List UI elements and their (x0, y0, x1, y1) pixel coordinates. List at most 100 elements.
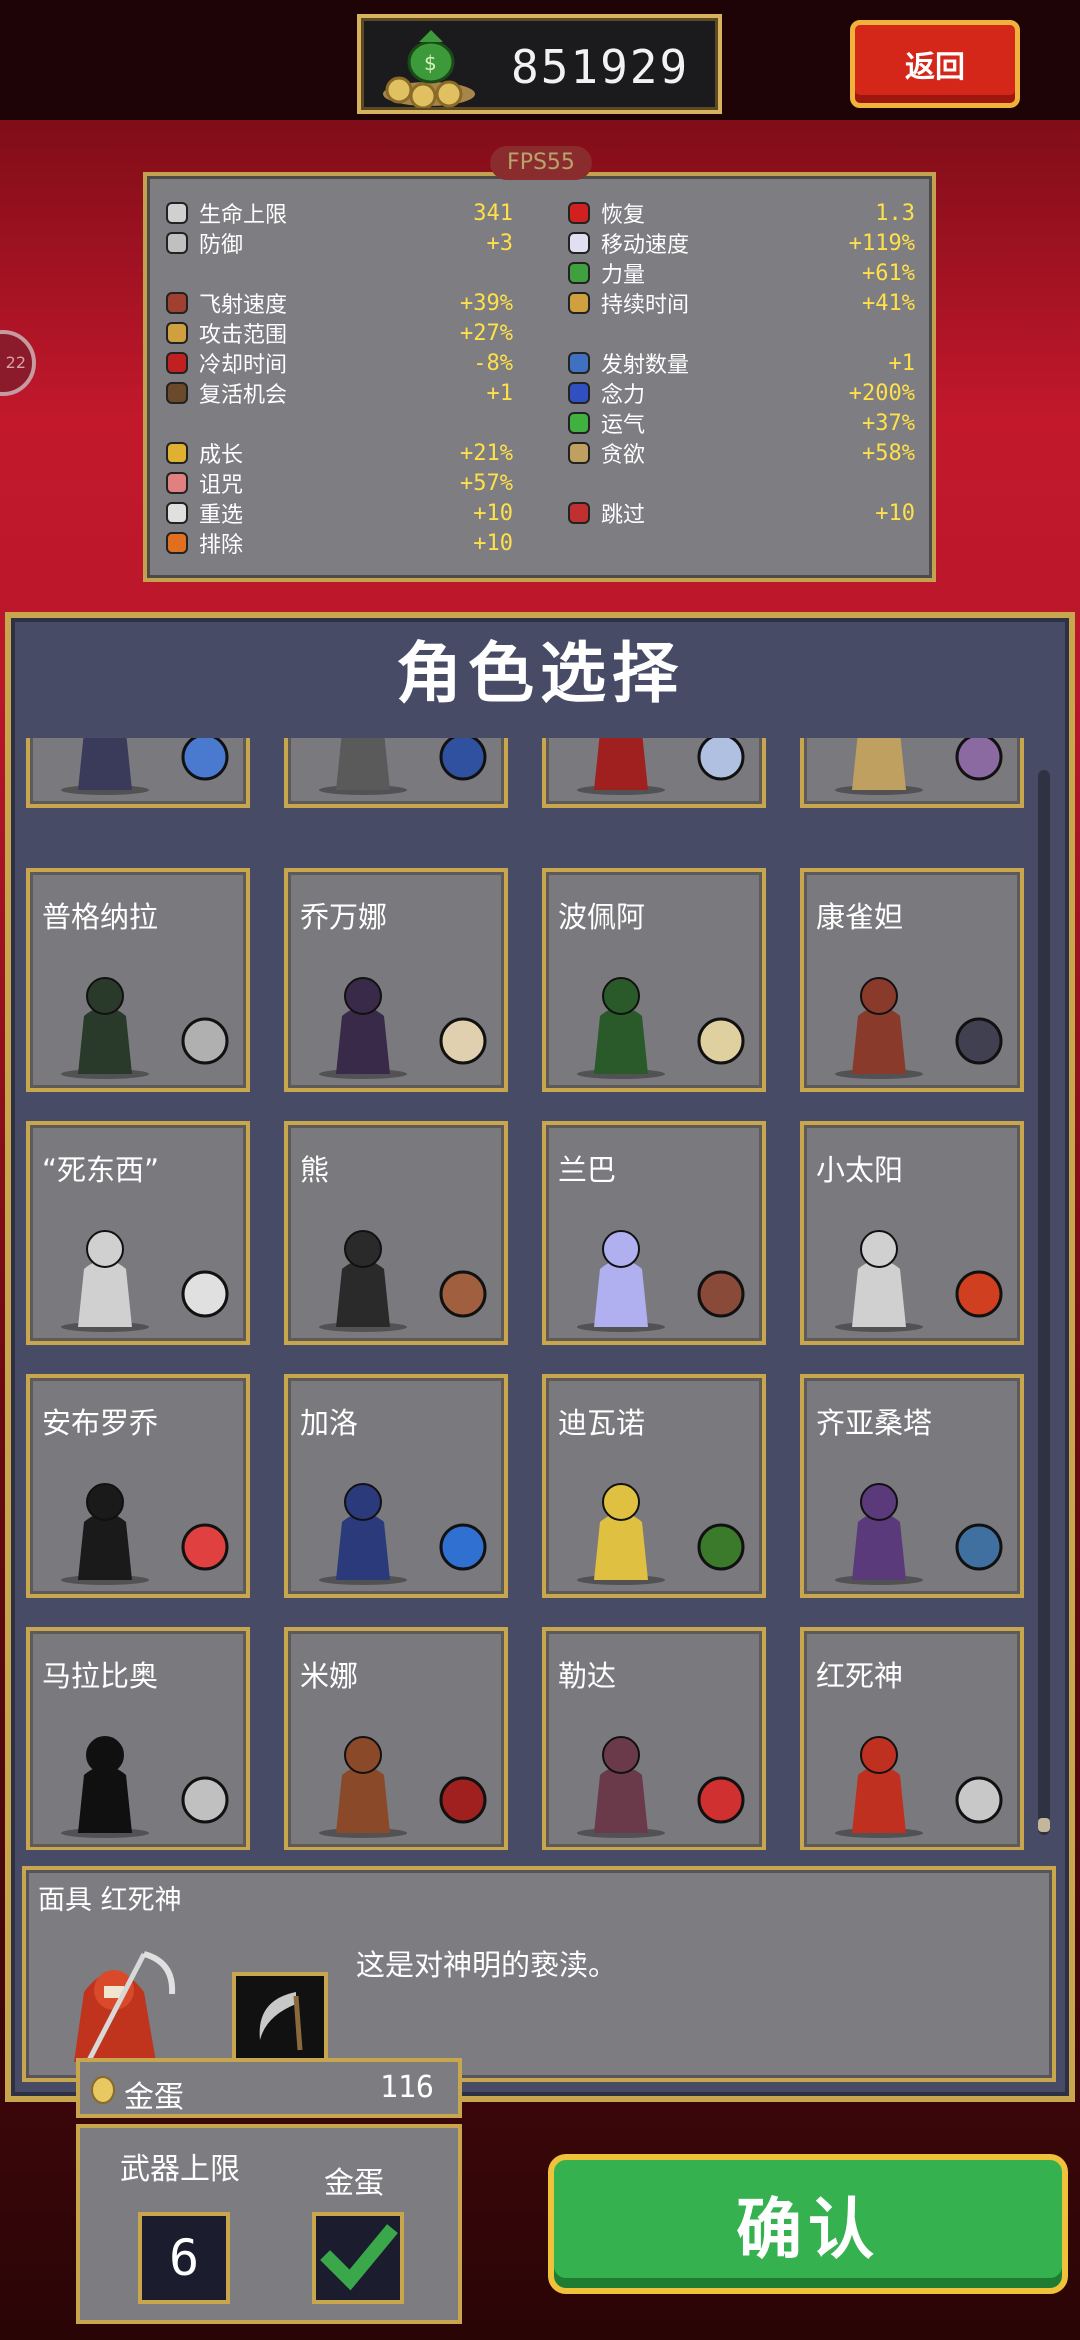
character-name: 普格纳拉 (42, 900, 159, 934)
character-card[interactable] (26, 738, 250, 808)
stat-value: +3 (486, 230, 514, 256)
stat-value: +57% (460, 470, 513, 496)
tome-icon (163, 379, 193, 407)
stat-left-4: 冷却时间 -8% (163, 348, 513, 378)
stat-name: 力量 (601, 263, 646, 288)
starting-weapon-icon (181, 738, 229, 781)
character-card[interactable] (542, 738, 766, 808)
character-name: 迪瓦诺 (558, 1406, 646, 1440)
character-grid[interactable]: 普格纳拉 乔万娜 波佩阿 康雀妲 “死东西” 熊 兰巴 小太阳安布罗乔 加洛 迪瓦诺 齐亚桑塔马拉比… (22, 738, 1034, 1850)
character-card[interactable] (800, 738, 1024, 808)
gold-egg-checkbox[interactable] (312, 2212, 404, 2304)
back-button[interactable]: 返回 (850, 20, 1020, 108)
character-sprite (61, 1483, 149, 1585)
skull-icon (163, 469, 193, 497)
character-card[interactable]: 兰巴 (542, 1121, 766, 1345)
character-card[interactable]: “死东西” (26, 1121, 250, 1345)
stat-value: +10 (875, 500, 915, 526)
stat-value: +200% (848, 380, 915, 406)
starting-weapon-icon (439, 1270, 487, 1318)
attractorb-icon (565, 379, 595, 407)
stat-value: +119% (848, 230, 915, 256)
coin-counter: $ 851929 (357, 14, 722, 114)
character-name: 红死神 (816, 1659, 904, 1693)
starting-weapon-icon (697, 1017, 745, 1065)
starting-weapon-icon (439, 1017, 487, 1065)
character-card[interactable]: 乔万娜 (284, 868, 508, 1092)
stat-name: 发射数量 (601, 353, 690, 378)
starting-weapon-icon (181, 1776, 229, 1824)
clover-icon (565, 409, 595, 437)
character-card[interactable]: 普格纳拉 (26, 868, 250, 1092)
character-name: 熊 (300, 1153, 330, 1187)
stat-value: +41% (862, 290, 915, 316)
stat-name: 跳过 (601, 503, 646, 528)
stat-value: 341 (473, 200, 513, 226)
stat-right-3: 持续时间 +41% (565, 288, 915, 318)
stat-name: 生命上限 (199, 203, 288, 228)
starting-weapon-icon (955, 1017, 1003, 1065)
coin-count: 851929 (511, 40, 690, 94)
stat-name: 攻击范围 (199, 323, 288, 348)
character-card[interactable]: 齐亚桑塔 (800, 1374, 1024, 1598)
detail-title: 面具 红死神 (38, 1885, 182, 1916)
stat-name: 恢复 (601, 203, 646, 228)
character-card[interactable]: 熊 (284, 1121, 508, 1345)
character-card[interactable]: 小太阳 (800, 1121, 1024, 1345)
character-name: 波佩阿 (558, 900, 646, 934)
character-card[interactable]: 米娜 (284, 1627, 508, 1850)
character-card[interactable]: 勒达 (542, 1627, 766, 1850)
character-sprite (577, 738, 665, 795)
stat-left-9: 排除 +10 (163, 528, 513, 558)
gold-egg-toggle-label: 金蛋 (324, 2166, 384, 2201)
weapon-limit-label: 武器上限 (120, 2152, 240, 2187)
page-title: 角色选择 (396, 635, 684, 712)
scrollbar-thumb[interactable] (1038, 1818, 1050, 1832)
red-heart-icon (565, 199, 595, 227)
character-name: 小太阳 (816, 1153, 904, 1187)
character-name: 乔万娜 (300, 900, 388, 934)
character-card[interactable]: 加洛 (284, 1374, 508, 1598)
confirm-button[interactable]: 确认 (548, 2154, 1068, 2294)
stat-name: 成长 (199, 443, 244, 468)
stat-right-1: 移动速度 +119% (565, 228, 915, 258)
character-description: 这是对神明的亵渎。 (356, 1948, 618, 1982)
starting-weapon-icon (439, 1776, 487, 1824)
character-card[interactable]: 迪瓦诺 (542, 1374, 766, 1598)
scythe-icon (259, 1992, 303, 2051)
stat-value: -8% (473, 350, 513, 376)
character-sprite (319, 738, 407, 795)
character-sprite (835, 977, 923, 1079)
character-card[interactable] (284, 738, 508, 808)
starting-weapon-icon (697, 1523, 745, 1571)
stat-name: 冷却时间 (199, 353, 288, 378)
scrollbar-track[interactable] (1038, 770, 1050, 1835)
character-card[interactable]: 红死神 (800, 1627, 1024, 1850)
stat-right-0: 恢复 1.3 (565, 198, 915, 228)
stats-panel: 生命上限 341 防御 +3 飞射速度 +39% 攻击范围 +27% 冷却时间 -8% 复活机会 +1… (143, 172, 936, 582)
character-name: 齐亚桑塔 (816, 1406, 933, 1440)
character-sprite (835, 1736, 923, 1838)
side-indicator[interactable]: 22 (0, 330, 36, 396)
character-name: “死东西” (42, 1153, 160, 1187)
character-sprite (61, 738, 149, 795)
character-card[interactable]: 康雀妲 (800, 868, 1024, 1092)
character-sprite (577, 1736, 665, 1838)
stat-value: +61% (862, 260, 915, 286)
character-card[interactable]: 马拉比奥 (26, 1627, 250, 1850)
stat-value: 1.3 (875, 200, 915, 226)
stat-name: 念力 (601, 383, 646, 408)
weapon-limit-stepper[interactable]: 6 (138, 2212, 230, 2304)
gold-egg-counter: 金蛋 116 (76, 2058, 462, 2118)
stat-value: +39% (460, 290, 513, 316)
character-card[interactable]: 波佩阿 (542, 868, 766, 1092)
stat-name: 诅咒 (199, 473, 244, 498)
stat-value: +58% (862, 440, 915, 466)
character-card[interactable]: 安布罗乔 (26, 1374, 250, 1598)
character-sprite (577, 1230, 665, 1332)
stat-left-8: 重选 +10 (163, 498, 513, 528)
stat-left-2: 飞射速度 +39% (163, 288, 513, 318)
starting-weapon-icon (181, 1523, 229, 1571)
stat-left-3: 攻击范围 +27% (163, 318, 513, 348)
character-name: 康雀妲 (816, 900, 904, 934)
